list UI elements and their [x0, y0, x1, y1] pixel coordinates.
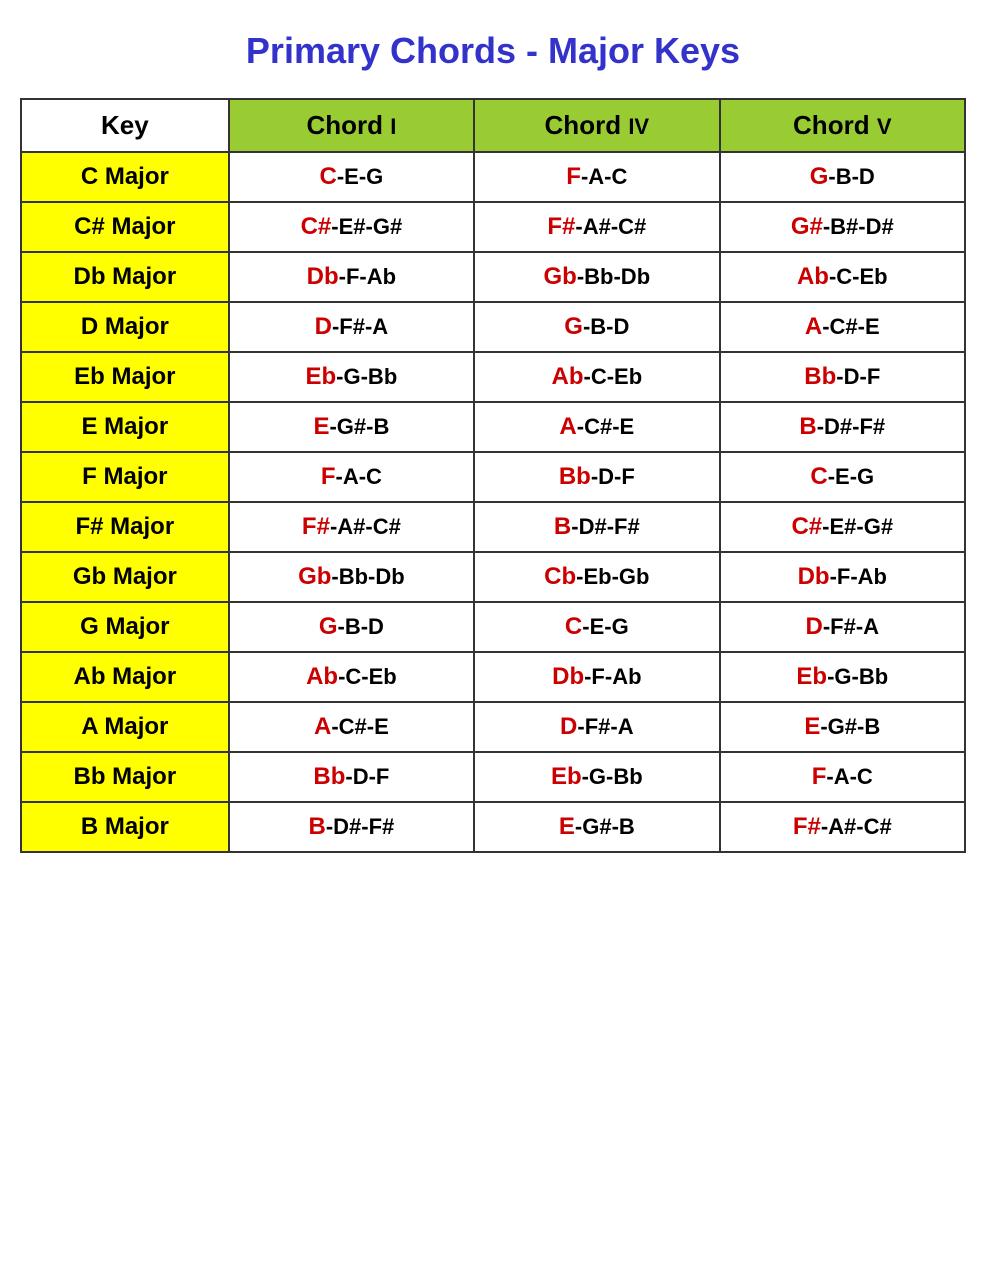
key-cell: Ab Major — [21, 652, 229, 702]
chord4-cell: F-A-C — [474, 152, 719, 202]
page-container: Primary Chords - Major Keys Key Chord I … — [20, 20, 966, 853]
chord1-cell: D-F#-A — [229, 302, 474, 352]
chord1-cell: E-G#-B — [229, 402, 474, 452]
chord4-cell: Bb-D-F — [474, 452, 719, 502]
table-row: F# MajorF#-A#-C#B-D#-F#C#-E#-G# — [21, 502, 965, 552]
chord1-cell: Eb-G-Bb — [229, 352, 474, 402]
header-key: Key — [21, 99, 229, 152]
table-row: Bb MajorBb-D-FEb-G-BbF-A-C — [21, 752, 965, 802]
chord4-cell: B-D#-F# — [474, 502, 719, 552]
chord1-cell: Bb-D-F — [229, 752, 474, 802]
chord4-cell: A-C#-E — [474, 402, 719, 452]
chord1-cell: C#-E#-G# — [229, 202, 474, 252]
key-cell: C Major — [21, 152, 229, 202]
chord5-cell: Bb-D-F — [720, 352, 965, 402]
chord5-cell: B-D#-F# — [720, 402, 965, 452]
table-row: Gb MajorGb-Bb-DbCb-Eb-GbDb-F-Ab — [21, 552, 965, 602]
chord5-cell: Ab-C-Eb — [720, 252, 965, 302]
chord5-cell: F-A-C — [720, 752, 965, 802]
chord4-cell: E-G#-B — [474, 802, 719, 852]
chord4-cell: Gb-Bb-Db — [474, 252, 719, 302]
chord1-cell: B-D#-F# — [229, 802, 474, 852]
table-row: C# MajorC#-E#-G#F#-A#-C#G#-B#-D# — [21, 202, 965, 252]
chord4-cell: Cb-Eb-Gb — [474, 552, 719, 602]
header-chord5: Chord V — [720, 99, 965, 152]
table-row: F MajorF-A-CBb-D-FC-E-G — [21, 452, 965, 502]
chord1-cell: F-A-C — [229, 452, 474, 502]
table-row: Eb MajorEb-G-BbAb-C-EbBb-D-F — [21, 352, 965, 402]
chord4-cell: Db-F-Ab — [474, 652, 719, 702]
key-cell: C# Major — [21, 202, 229, 252]
key-cell: A Major — [21, 702, 229, 752]
table-row: B MajorB-D#-F#E-G#-BF#-A#-C# — [21, 802, 965, 852]
chord4-cell: D-F#-A — [474, 702, 719, 752]
chord5-cell: C#-E#-G# — [720, 502, 965, 552]
table-row: E MajorE-G#-BA-C#-EB-D#-F# — [21, 402, 965, 452]
chord5-cell: Db-F-Ab — [720, 552, 965, 602]
key-cell: Db Major — [21, 252, 229, 302]
chord1-cell: Ab-C-Eb — [229, 652, 474, 702]
chord4-cell: F#-A#-C# — [474, 202, 719, 252]
chord5-cell: C-E-G — [720, 452, 965, 502]
chord5-cell: D-F#-A — [720, 602, 965, 652]
key-cell: Eb Major — [21, 352, 229, 402]
chord4-cell: Ab-C-Eb — [474, 352, 719, 402]
chord1-cell: Db-F-Ab — [229, 252, 474, 302]
chord1-cell: G-B-D — [229, 602, 474, 652]
key-cell: G Major — [21, 602, 229, 652]
chord5-cell: F#-A#-C# — [720, 802, 965, 852]
key-cell: D Major — [21, 302, 229, 352]
chord5-cell: Eb-G-Bb — [720, 652, 965, 702]
chord4-cell: G-B-D — [474, 302, 719, 352]
key-cell: E Major — [21, 402, 229, 452]
key-cell: F# Major — [21, 502, 229, 552]
table-row: G MajorG-B-DC-E-GD-F#-A — [21, 602, 965, 652]
key-cell: Gb Major — [21, 552, 229, 602]
chord5-cell: A-C#-E — [720, 302, 965, 352]
key-cell: F Major — [21, 452, 229, 502]
chord1-cell: C-E-G — [229, 152, 474, 202]
chord5-cell: G#-B#-D# — [720, 202, 965, 252]
chord1-cell: F#-A#-C# — [229, 502, 474, 552]
table-row: C MajorC-E-GF-A-CG-B-D — [21, 152, 965, 202]
page-title: Primary Chords - Major Keys — [20, 20, 966, 82]
chord5-cell: G-B-D — [720, 152, 965, 202]
chord1-cell: Gb-Bb-Db — [229, 552, 474, 602]
chord5-cell: E-G#-B — [720, 702, 965, 752]
chord-table: Key Chord I Chord IV Chord V C MajorC-E-… — [20, 98, 966, 853]
table-row: Ab MajorAb-C-EbDb-F-AbEb-G-Bb — [21, 652, 965, 702]
key-cell: B Major — [21, 802, 229, 852]
table-row: A MajorA-C#-ED-F#-AE-G#-B — [21, 702, 965, 752]
header-chord1: Chord I — [229, 99, 474, 152]
chord4-cell: Eb-G-Bb — [474, 752, 719, 802]
table-row: Db MajorDb-F-AbGb-Bb-DbAb-C-Eb — [21, 252, 965, 302]
chord4-cell: C-E-G — [474, 602, 719, 652]
table-row: D MajorD-F#-AG-B-DA-C#-E — [21, 302, 965, 352]
header-chord4: Chord IV — [474, 99, 719, 152]
key-cell: Bb Major — [21, 752, 229, 802]
chord1-cell: A-C#-E — [229, 702, 474, 752]
